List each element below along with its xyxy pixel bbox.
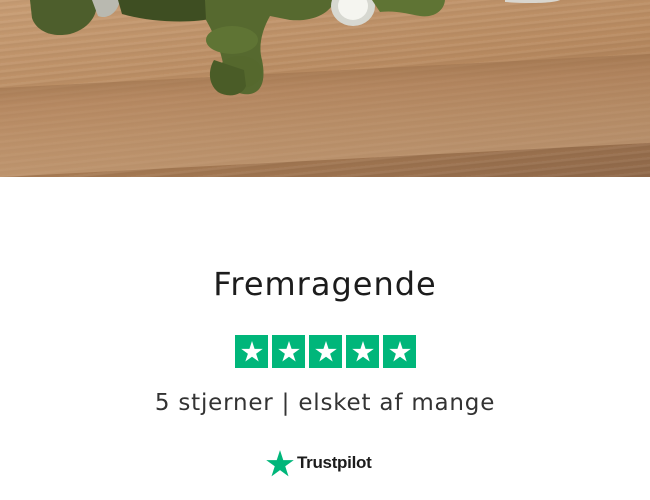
review-section: Fremragende 5 stjerner | elsket af mange… xyxy=(0,177,650,500)
star-icon xyxy=(314,341,337,362)
star-box xyxy=(383,335,416,368)
star-icon xyxy=(240,341,263,362)
star-box xyxy=(235,335,268,368)
trustpilot-star-icon xyxy=(266,449,294,476)
star-icon xyxy=(388,341,411,362)
star-box xyxy=(272,335,305,368)
star-rating xyxy=(235,335,416,368)
star-box xyxy=(346,335,379,368)
star-icon xyxy=(277,341,300,362)
star-icon xyxy=(351,341,374,362)
star-box xyxy=(309,335,342,368)
trustpilot-logo[interactable]: Trustpilot xyxy=(266,448,372,478)
rating-title: Fremragende xyxy=(213,265,437,303)
rating-subtitle: 5 stjerner | elsket af mange xyxy=(154,390,496,416)
trustpilot-wordmark: Trustpilot xyxy=(297,453,372,472)
hero-image xyxy=(0,0,650,177)
green-figure-illustration xyxy=(30,0,560,96)
